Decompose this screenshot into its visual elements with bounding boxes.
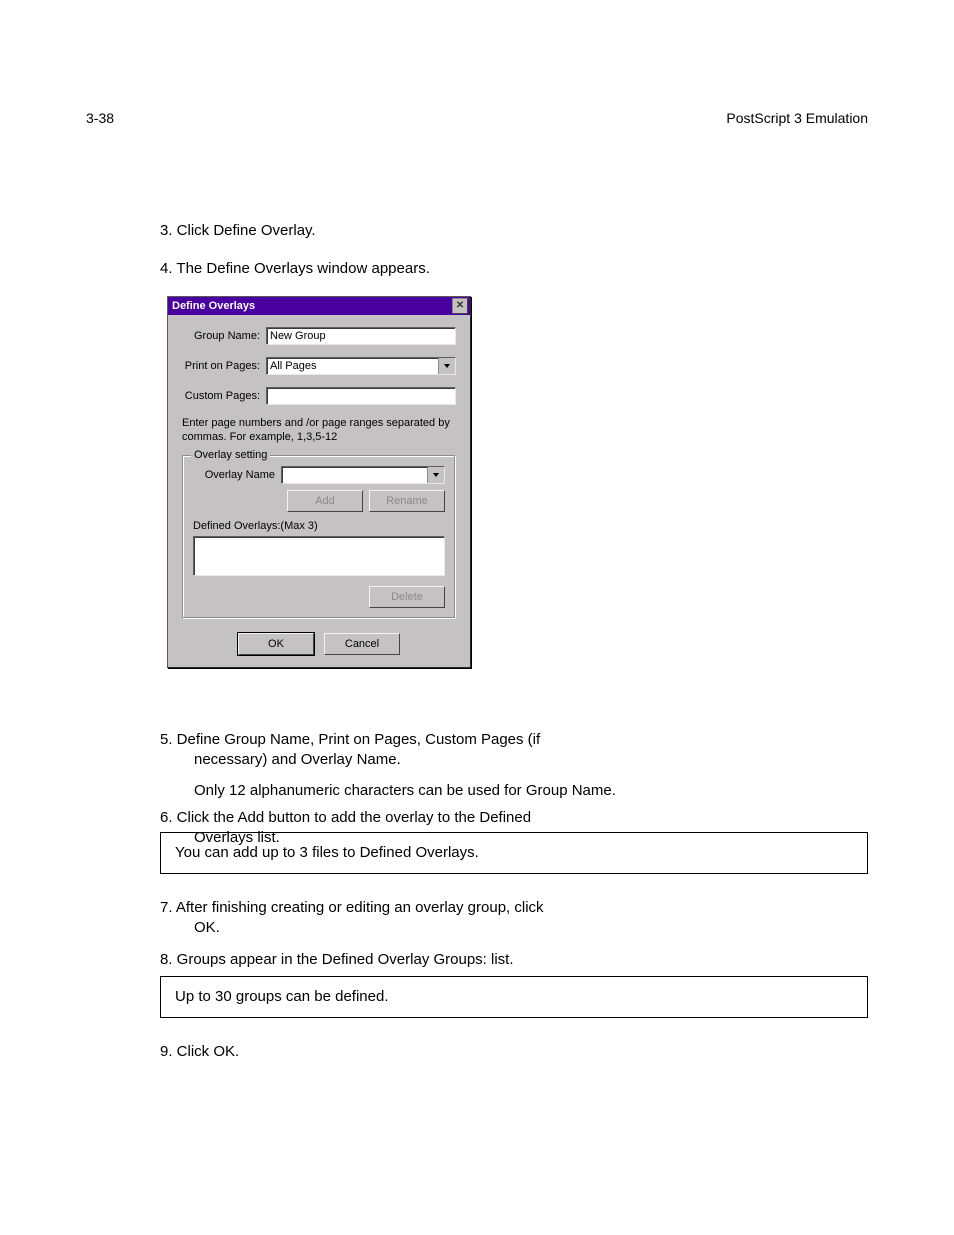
ok-button[interactable]: OK [238, 633, 314, 655]
overlay-name-label: Overlay Name [193, 469, 281, 481]
group-name-input[interactable]: New Group [266, 327, 456, 345]
close-icon[interactable]: ✕ [452, 298, 468, 314]
step-6-line-1: 6. Click the Add button to add the overl… [160, 808, 868, 828]
page-number: 3-38 [86, 110, 114, 126]
note-1-text: You can add up to 3 files to Defined Ove… [175, 844, 479, 861]
running-header: PostScript 3 Emulation [726, 110, 868, 126]
chevron-down-icon[interactable] [438, 358, 455, 374]
step-5-line-2: necessary) and Overlay Name. [160, 750, 868, 770]
note-box-2: Up to 30 groups can be defined. [160, 976, 868, 1018]
step-7-line-2: OK. [160, 918, 868, 938]
note-box-1: You can add up to 3 files to Defined Ove… [160, 832, 868, 874]
add-button[interactable]: Add [287, 490, 363, 512]
chevron-down-icon[interactable] [427, 467, 444, 483]
step-3: 3. Click Define Overlay. [160, 222, 316, 239]
delete-button[interactable]: Delete [369, 586, 445, 608]
titlebar: Define Overlays ✕ [168, 297, 470, 315]
step-4: 4. The Define Overlays window appears. [160, 260, 430, 277]
step-5-line-3: Only 12 alphanumeric characters can be u… [160, 781, 868, 801]
page-range-hint: Enter page numbers and /or page ranges s… [182, 417, 456, 445]
defined-overlays-list[interactable] [193, 536, 445, 576]
group-name-value: New Group [270, 330, 326, 342]
cancel-button[interactable]: Cancel [324, 633, 400, 655]
overlay-setting-legend: Overlay setting [191, 449, 270, 461]
step-7-line-1: 7. After finishing creating or editing a… [160, 898, 868, 918]
group-name-label: Group Name: [182, 330, 266, 342]
define-overlays-dialog: Define Overlays ✕ Group Name: New Group … [167, 296, 471, 668]
custom-pages-label: Custom Pages: [182, 390, 266, 402]
overlay-name-select[interactable] [281, 466, 445, 484]
dialog-title: Define Overlays [172, 300, 255, 312]
overlay-setting-group: Overlay setting Overlay Name Add Rename … [182, 455, 456, 619]
step-9: 9. Click OK. [160, 1042, 868, 1062]
step-8: 8. Groups appear in the Defined Overlay … [160, 950, 868, 970]
print-on-pages-select[interactable]: All Pages [266, 357, 456, 375]
step-5-line-1: 5. Define Group Name, Print on Pages, Cu… [160, 730, 868, 750]
defined-overlays-label: Defined Overlays:(Max 3) [193, 520, 445, 532]
rename-button[interactable]: Rename [369, 490, 445, 512]
custom-pages-input[interactable] [266, 387, 456, 405]
print-on-pages-value: All Pages [270, 360, 316, 372]
print-on-pages-label: Print on Pages: [182, 360, 266, 372]
note-2-text: Up to 30 groups can be defined. [175, 988, 389, 1005]
